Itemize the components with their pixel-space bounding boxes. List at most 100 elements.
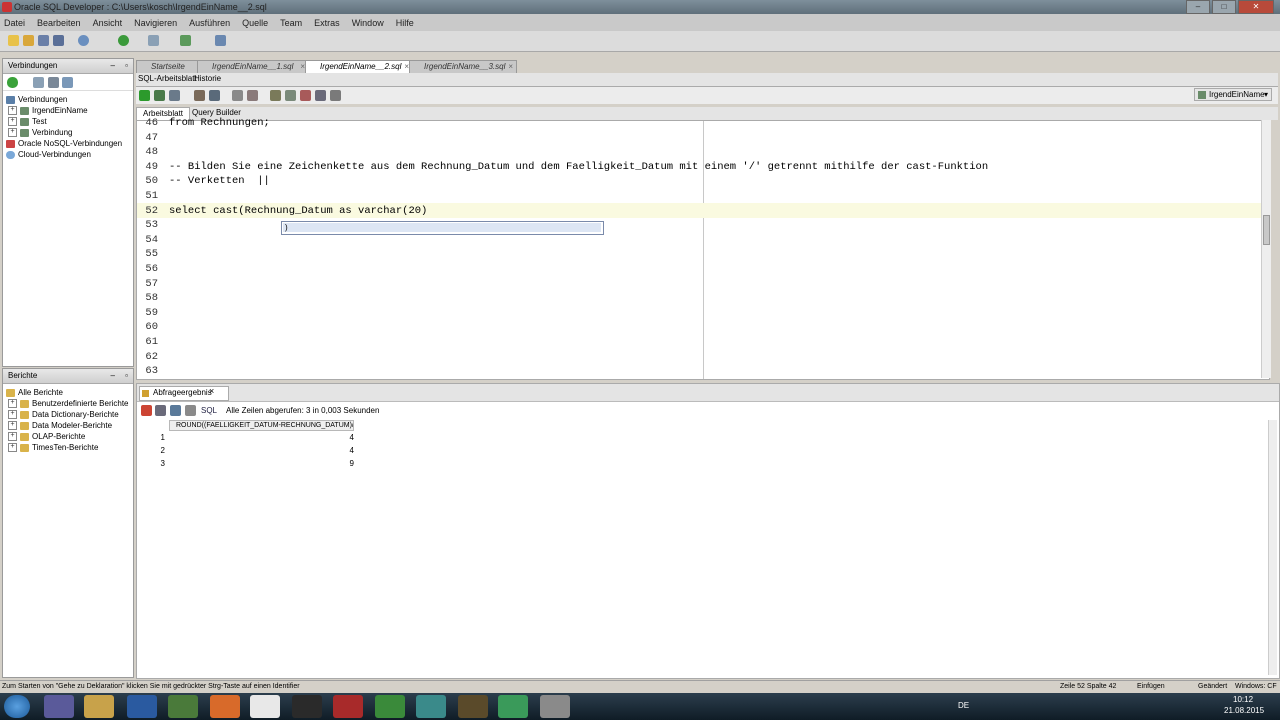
menu-datei[interactable]: Datei: [4, 18, 25, 28]
tree-item-olap-reports[interactable]: + OLAP-Berichte: [8, 432, 85, 441]
expand-icon[interactable]: +: [8, 128, 17, 137]
run-statement-icon[interactable]: [139, 90, 150, 101]
maximize-panel-icon[interactable]: ▫: [125, 59, 128, 73]
browser-icon[interactable]: [127, 695, 157, 718]
tree-item-modeler-reports[interactable]: + Data Modeler-Berichte: [8, 421, 112, 430]
code-editor[interactable]: [136, 120, 1270, 380]
menu-hilfe[interactable]: Hilfe: [396, 18, 414, 28]
menu-ansicht[interactable]: Ansicht: [93, 18, 123, 28]
autotrace-icon[interactable]: [232, 90, 243, 101]
rollback-icon[interactable]: [194, 90, 205, 101]
sql-label[interactable]: SQL: [201, 406, 217, 415]
expand-icon[interactable]: +: [8, 410, 17, 419]
print-icon[interactable]: [155, 405, 166, 416]
tree-item-cloud[interactable]: Cloud-Verbindungen: [6, 150, 91, 159]
minimize-panel-icon[interactable]: –: [111, 59, 115, 73]
maximize-button[interactable]: □: [1212, 0, 1236, 14]
result-cell[interactable]: 9: [169, 459, 354, 468]
filter-icon[interactable]: [48, 77, 59, 88]
add-connection-icon[interactable]: [7, 77, 18, 88]
firefox-icon[interactable]: [210, 695, 240, 718]
close-button[interactable]: ✕: [1238, 0, 1274, 14]
clock-date[interactable]: 21.08.2015: [1224, 706, 1264, 715]
menu-quelle[interactable]: Quelle: [242, 18, 268, 28]
menu-extras[interactable]: Extras: [314, 18, 340, 28]
clock-time[interactable]: 10:12: [1233, 695, 1253, 704]
tab-file-1[interactable]: IrgendEinName__1.sql ×: [197, 60, 309, 73]
result-cell[interactable]: 4: [169, 446, 354, 455]
tab-sql-worksheet[interactable]: SQL-Arbeitsblatt: [138, 74, 197, 83]
refresh-icon[interactable]: [170, 405, 181, 416]
commit-icon[interactable]: [169, 90, 180, 101]
open-icon[interactable]: [23, 35, 34, 46]
tree-item-test[interactable]: + Test: [8, 117, 47, 126]
results-scrollbar[interactable]: [1268, 420, 1277, 675]
code-line[interactable]: from Rechnungen;: [169, 117, 270, 129]
tab-history[interactable]: Historie: [194, 74, 221, 83]
minimize-panel-icon[interactable]: –: [111, 369, 115, 383]
pin-icon[interactable]: [141, 405, 152, 416]
eraser-icon[interactable]: [300, 90, 311, 101]
sql-icon[interactable]: [180, 35, 191, 46]
language-indicator[interactable]: DE: [958, 701, 969, 710]
refresh-icon[interactable]: [33, 77, 44, 88]
tree-item-timesten-reports[interactable]: + TimesTen-Berichte: [8, 443, 98, 452]
tree-item-irgendeinname[interactable]: + IrgendEinName: [8, 106, 88, 115]
menu-ausfuehren[interactable]: Ausführen: [189, 18, 230, 28]
start-button[interactable]: [4, 695, 30, 718]
forward-icon[interactable]: [148, 35, 159, 46]
menu-window[interactable]: Window: [352, 18, 384, 28]
code-line[interactable]: -- Verketten ||: [169, 175, 270, 187]
tree-item-nosql[interactable]: Oracle NoSQL-Verbindungen: [6, 139, 122, 148]
save-all-icon[interactable]: [53, 35, 64, 46]
app-icon[interactable]: [168, 695, 198, 718]
close-tab-icon[interactable]: ×: [209, 386, 214, 396]
code-line[interactable]: select cast(Rechnung_Datum as varchar(20…: [169, 205, 427, 217]
undo-icon[interactable]: [78, 35, 89, 46]
tab-file-2[interactable]: IrgendEinName__2.sql ×: [305, 60, 413, 73]
editor-scrollbar[interactable]: [1261, 120, 1271, 378]
unshared-icon[interactable]: [330, 90, 341, 101]
run-script-icon[interactable]: [154, 90, 165, 101]
tree-item-connections[interactable]: Verbindungen: [6, 95, 67, 104]
expand-icon[interactable]: +: [8, 421, 17, 430]
tree-item-all-reports[interactable]: Alle Berichte: [6, 388, 63, 397]
camtasia-icon[interactable]: [375, 695, 405, 718]
sqldeveloper-icon[interactable]: [540, 695, 570, 718]
autocomplete-popup[interactable]: ): [281, 221, 604, 235]
recorder-icon[interactable]: [333, 695, 363, 718]
result-column-header[interactable]: ROUND((FAELLIGKEIT_DATUM-RECHNUNG_DATUM)…: [169, 420, 354, 431]
video-icon[interactable]: [292, 695, 322, 718]
player-icon[interactable]: [416, 695, 446, 718]
expand-icon[interactable]: +: [8, 117, 17, 126]
tab-file-3[interactable]: IrgendEinName__3.sql ×: [409, 60, 517, 73]
new-icon[interactable]: [8, 35, 19, 46]
connection-selector[interactable]: IrgendEinName ▾: [1194, 88, 1272, 101]
media-player-icon[interactable]: [44, 695, 74, 718]
menu-team[interactable]: Team: [280, 18, 302, 28]
close-tab-icon[interactable]: ×: [508, 61, 513, 73]
tab-query-result[interactable]: Abfrageergebnis: [139, 386, 229, 401]
menu-bearbeiten[interactable]: Bearbeiten: [37, 18, 81, 28]
sql-icon[interactable]: [185, 405, 196, 416]
expand-icon[interactable]: +: [8, 432, 17, 441]
debug-icon[interactable]: [215, 35, 226, 46]
format-icon[interactable]: [285, 90, 296, 101]
autocomplete-item[interactable]: ): [283, 223, 601, 232]
sql-tuning-icon[interactable]: [270, 90, 281, 101]
save-icon[interactable]: [38, 35, 49, 46]
schema-icon[interactable]: [62, 77, 73, 88]
expand-icon[interactable]: +: [8, 399, 17, 408]
tree-item-dictionary-reports[interactable]: + Data Dictionary-Berichte: [8, 410, 119, 419]
ccleaner-icon[interactable]: [498, 695, 528, 718]
tab-query-builder[interactable]: Query Builder: [192, 108, 241, 117]
scroll-thumb[interactable]: [1263, 215, 1270, 245]
history-icon[interactable]: [315, 90, 326, 101]
tree-item-user-reports[interactable]: + Benutzerdefinierte Berichte: [8, 399, 129, 408]
explain-plan-icon[interactable]: [209, 90, 220, 101]
code-line[interactable]: -- Bilden Sie eine Zeichenkette aus dem …: [169, 161, 988, 173]
back-icon[interactable]: [118, 35, 129, 46]
expand-icon[interactable]: +: [8, 106, 17, 115]
explorer-icon[interactable]: [84, 695, 114, 718]
result-cell[interactable]: 4: [169, 433, 354, 442]
